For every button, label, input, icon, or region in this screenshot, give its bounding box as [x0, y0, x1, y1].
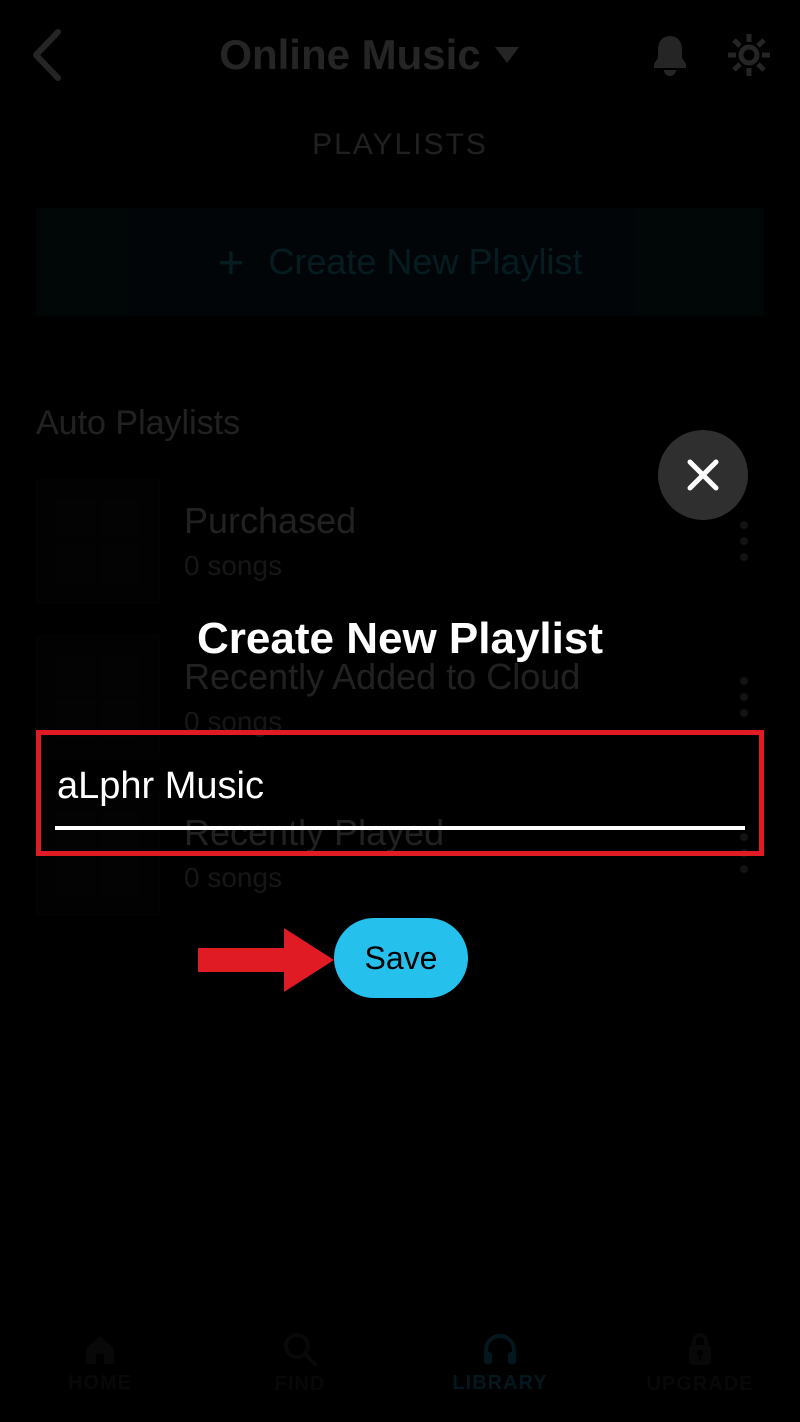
close-button[interactable] — [658, 430, 748, 520]
save-button[interactable]: Save — [334, 918, 468, 998]
modal-title: Create New Playlist — [0, 614, 800, 664]
arrow-annotation — [198, 932, 336, 988]
modal-overlay — [0, 0, 800, 1422]
input-highlight-annotation — [36, 730, 764, 856]
playlist-name-input[interactable] — [55, 753, 745, 830]
save-button-label: Save — [365, 940, 438, 977]
close-icon — [684, 456, 722, 494]
